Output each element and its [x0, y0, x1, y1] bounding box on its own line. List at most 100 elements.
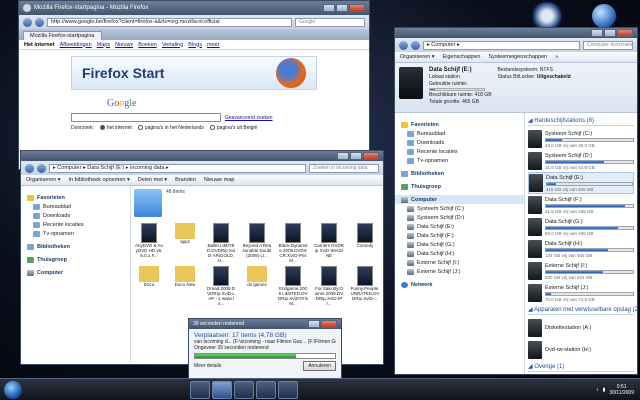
nav-item-bibliotheken[interactable]: Bibliotheken	[21, 242, 130, 251]
drive-item[interactable]: Systeem Schijf (D:) 21,5 GB vrij van 64,9…	[528, 150, 634, 172]
folder-item[interactable]: dx games	[242, 266, 272, 306]
firefox-search-input[interactable]: Google	[295, 17, 365, 27]
file-item[interactable]: Dread.2009.DVDRip.XviD-LAP - 1 www.lo...	[206, 266, 236, 306]
address-bar[interactable]: http://www.google.be/firefox?client=fire…	[47, 17, 292, 27]
network-icon[interactable]: ▮	[603, 387, 606, 393]
google-search-input[interactable]	[71, 113, 221, 122]
explorer-search-input[interactable]: Zoeken in incoming data	[309, 163, 379, 173]
radio-button[interactable]	[99, 125, 105, 131]
nav-item-recente-locaties[interactable]: Recente locaties	[21, 220, 130, 229]
drive-item[interactable]: Externe Schijf (I:) 330 GB vrij van 931 G…	[528, 260, 634, 282]
minimize-button[interactable]	[308, 320, 320, 328]
computer-search-input[interactable]: Computer doorzoeken	[583, 40, 633, 50]
firefox-window[interactable]: Mozilla Firefox-startpagina - Mozilla Fi…	[18, 0, 370, 170]
command-eigenschappen[interactable]: Eigenschappen	[443, 54, 481, 60]
back-icon[interactable]	[23, 17, 32, 27]
removable-drive-item[interactable]: Diskettestation (A:)	[528, 317, 634, 339]
nav-item-bibliotheken[interactable]: Bibliotheken	[395, 169, 524, 178]
file-item[interactable]: Endgame.2009.LIMITED.DVDRip.XviD-PrisM..…	[278, 266, 308, 306]
taskbar-explorer-button[interactable]	[190, 380, 210, 399]
drive-item[interactable]: Externe Schijf (J:) 70,0 GB vrij van 74,5…	[528, 282, 634, 304]
drive-item[interactable]: Data Schijf (G:) 80,0 GB vrij van 465 GB	[528, 216, 634, 238]
minimize-button[interactable]	[591, 29, 603, 37]
close-button[interactable]	[321, 320, 337, 328]
nav-item-tv-opnamen[interactable]: Tv-opnamen	[395, 156, 524, 165]
other-section-header[interactable]: ◢ Overige (1)	[528, 363, 634, 372]
maximize-button[interactable]	[350, 152, 362, 160]
search-scope-option[interactable]: het internet	[99, 125, 132, 131]
nav-item-thuisgroep[interactable]: Thuisgroep	[21, 255, 130, 264]
forward-icon[interactable]	[37, 163, 46, 173]
explorer-breadcrumb[interactable]: ▸ Computer ▸ Data Schijf (E:) ▸ incoming…	[49, 163, 306, 173]
taskbar-app-button[interactable]	[256, 380, 276, 399]
nav-item-externe-schijf-j[interactable]: Externe Schijf (J:)	[395, 267, 524, 276]
computer-breadcrumb[interactable]: ▸ Computer ▸	[423, 40, 580, 50]
command-[interactable]: »	[555, 54, 558, 60]
folder-item[interactable]: Docu	[134, 266, 164, 306]
command-systeemeigenschappen[interactable]: Systeemeigenschappen	[488, 54, 547, 60]
nav-item-downloads[interactable]: Downloads	[395, 138, 524, 147]
nav-item-computer[interactable]: Computer	[21, 268, 130, 277]
close-button[interactable]	[363, 152, 379, 160]
file-item[interactable]: Ballet.LIMITED.DVDRip.XviD-ARiGOLD.N...	[206, 223, 236, 263]
file-item[interactable]: Black.Dynamite.2009.DVDSCR.XViD-PrisM...	[278, 223, 308, 263]
nav-item-data-schijf-g[interactable]: Data Schijf (G:)	[395, 240, 524, 249]
nav-item-tv-opnamen[interactable]: Tv-opnamen	[21, 229, 130, 238]
forward-icon[interactable]	[35, 17, 44, 27]
volume-icon[interactable]: ♪	[596, 387, 599, 393]
nav-item-favorieten[interactable]: Favorieten	[21, 193, 130, 202]
file-item[interactable]: Funny.People.UNRATED.DVDRip.XviD-...	[350, 266, 380, 306]
google-link-nieuws[interactable]: Nieuws	[115, 42, 133, 48]
removable-drive-item[interactable]: Dvd-rw-station (H:)	[528, 339, 634, 361]
file-item[interactable]: Beyond A Reasonable Doubt (2009) LI...	[242, 223, 272, 263]
nav-item-systeem-schijf-d[interactable]: Systeem Schijf (D:)	[395, 213, 524, 222]
command-organiseren[interactable]: Organiseren ▾	[26, 177, 61, 183]
advanced-search-link[interactable]: Geavanceerd zoeken	[225, 115, 273, 121]
maximize-button[interactable]	[604, 29, 616, 37]
close-button[interactable]	[617, 29, 633, 37]
file-item[interactable]: AnyDVD & AnyDVD HD v6.6.0.1 F...	[134, 223, 164, 263]
nav-item-data-schijf-h[interactable]: Data Schijf (H:)	[395, 249, 524, 258]
drive-item[interactable]: Data Schijf (F:) 41,5 GB vrij van 465 GB	[528, 194, 634, 216]
dialog-titlebar[interactable]: 39 seconden resterend	[189, 319, 341, 329]
taskbar-app-button[interactable]	[278, 380, 298, 399]
google-link-het-internet[interactable]: Het internet	[24, 42, 55, 48]
search-scope-option[interactable]: pagina's uit België	[209, 125, 257, 131]
command-delen-met[interactable]: Delen met ▾	[138, 177, 167, 183]
nav-item-downloads[interactable]: Downloads	[21, 211, 130, 220]
forward-icon[interactable]	[411, 40, 420, 50]
google-link-blogs[interactable]: Blogs	[188, 42, 202, 48]
file-item[interactable]: Comedy	[350, 223, 380, 263]
computer-window[interactable]: ▸ Computer ▸ Computer doorzoeken Organis…	[394, 27, 638, 375]
nav-item-data-schijf-e[interactable]: Data Schijf (E:)	[395, 222, 524, 231]
minimize-button[interactable]	[337, 152, 349, 160]
drive-item[interactable]: Data Schijf (E:) 418 GB vrij van 465 GB	[528, 172, 634, 194]
hdd-section-header[interactable]: ◢ Hardeschijfstations (8)	[528, 117, 634, 126]
close-button[interactable]	[349, 4, 365, 12]
nav-item-bureaublad[interactable]: Bureaublad	[21, 202, 130, 211]
back-icon[interactable]	[25, 163, 34, 173]
maximize-button[interactable]	[336, 4, 348, 12]
google-link-vertaling[interactable]: Vertaling	[162, 42, 183, 48]
start-button[interactable]	[4, 380, 22, 399]
google-link-boeken[interactable]: Boeken	[138, 42, 157, 48]
nav-item-bureaublad[interactable]: Bureaublad	[395, 129, 524, 138]
more-details-toggle[interactable]: Meer details	[194, 363, 221, 369]
command-organiseren[interactable]: Organiseren ▾	[400, 54, 435, 60]
nav-item-netwerk[interactable]: Netwerk	[395, 280, 524, 289]
nav-item-favorieten[interactable]: Favorieten	[395, 120, 524, 129]
nav-item-thuisgroep[interactable]: Thuisgroep	[395, 182, 524, 191]
taskbar-media-button[interactable]	[234, 380, 254, 399]
file-item[interactable]: For.Sale.By.Owner.2009.DVDRip.XviD-IPr..…	[314, 266, 344, 306]
radio-button[interactable]	[137, 125, 143, 131]
folder-item[interactable]: Docu New	[170, 266, 200, 306]
drive-item[interactable]: Systeem Schijf (C:) 33,0 GB vrij van 40,0…	[528, 128, 634, 150]
command-in-bibliotheek-opnemen[interactable]: In bibliotheek opnemen ▾	[69, 177, 130, 183]
nav-item-externe-schijf-i[interactable]: Externe Schijf (I:)	[395, 258, 524, 267]
folder-item[interactable]: appz	[170, 223, 200, 263]
nav-item-systeem-schijf-c[interactable]: Systeem Schijf (C:)	[395, 204, 524, 213]
nav-item-computer[interactable]: Computer	[395, 195, 524, 204]
google-link-meer[interactable]: meer	[207, 42, 220, 48]
firefox-titlebar[interactable]: Mozilla Firefox-startpagina - Mozilla Fi…	[19, 1, 369, 15]
computer-titlebar[interactable]	[395, 28, 637, 38]
